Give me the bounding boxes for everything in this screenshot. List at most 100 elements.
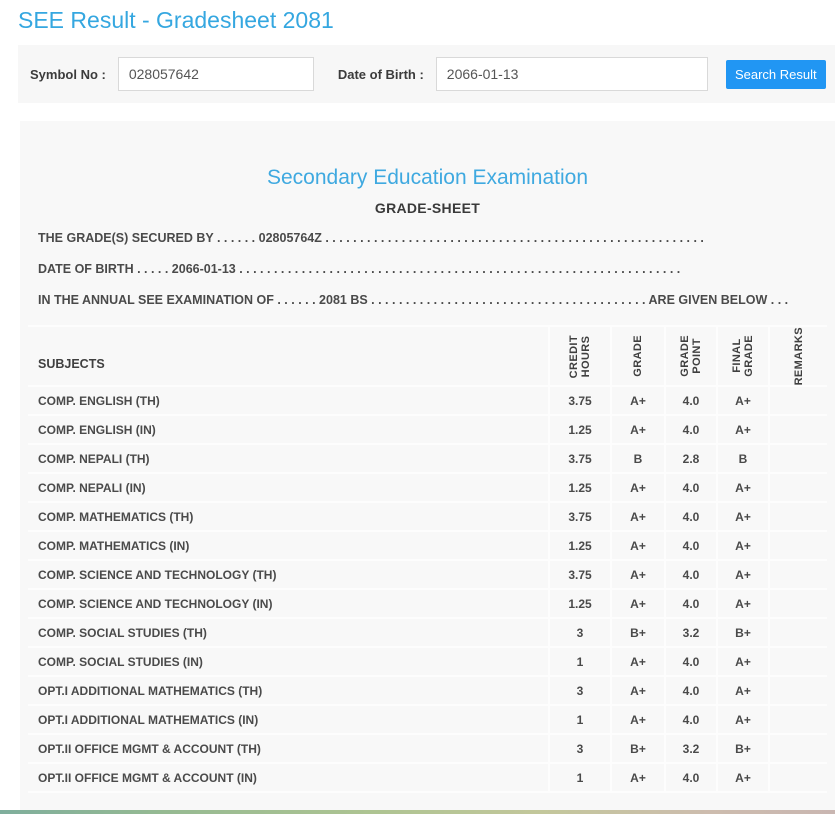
date-of-birth-label: Date of Birth :: [337, 66, 424, 82]
table-row: COMP. SCIENCE AND TECHNOLOGY (TH) 3.75 A+ 4…: [28, 560, 827, 590]
grades-secured-by-line: THE GRADE(S) SECURED BY . . . . . . 0280…: [38, 231, 704, 245]
subject-cell: COMP. ENGLISH (IN): [38, 422, 156, 437]
final-grade-header: FINAL GRADE: [716, 326, 769, 387]
table-row: COMP. NEPALI (IN) 1.25 A+ 4.0 A+: [28, 473, 827, 503]
remarks-cell: [768, 560, 827, 590]
grade-cell: A+: [610, 647, 665, 677]
subject-cell: COMP. NEPALI (IN): [38, 480, 146, 495]
search-bar: Symbol No : Date of Birth : Search Resul…: [18, 45, 835, 103]
remarks-cell: [768, 473, 827, 503]
grade-cell: B+: [610, 618, 665, 648]
symbol-no-input[interactable]: [117, 57, 314, 91]
final-grade-header-label: FINAL GRADE: [731, 335, 755, 378]
grade-point-cell: 4.0: [664, 531, 717, 561]
grade-point-cell: 4.0: [664, 705, 717, 735]
credit-hours-cell: 1: [548, 705, 611, 735]
remarks-cell: [768, 589, 827, 619]
grade-sheet-subtitle: GRADE-SHEET: [374, 200, 481, 216]
remarks-cell: [768, 415, 827, 445]
table-row: COMP. MATHEMATICS (TH) 3.75 A+ 4.0 A+: [28, 502, 827, 532]
grade-cell: A+: [610, 386, 665, 416]
grade-point-header-label: GRADE POINT: [679, 335, 703, 378]
date-of-birth-line: DATE OF BIRTH . . . . . 2066-01-13 . . .…: [38, 262, 681, 276]
subject-cell: COMP. MATHEMATICS (IN): [38, 538, 190, 553]
remarks-header-label: REMARKS: [792, 327, 805, 386]
subject-cell: OPT.I ADDITIONAL MATHEMATICS (IN): [38, 712, 259, 727]
final-grade-cell: A+: [716, 589, 769, 619]
grade-point-cell: 4.0: [664, 473, 717, 503]
remarks-cell: [768, 618, 827, 648]
remarks-cell: [768, 676, 827, 706]
table-header-row: SUBJECTS CREDIT HOURS GRADE GRADE POINT FIN…: [28, 326, 827, 387]
grade-point-header: GRADE POINT: [664, 326, 717, 387]
remarks-cell: [768, 647, 827, 677]
final-grade-cell: A+: [716, 560, 769, 590]
credit-hours-cell: 1.25: [548, 531, 611, 561]
credit-hours-cell: 3.75: [548, 560, 611, 590]
grade-point-cell: 4.0: [664, 502, 717, 532]
table-row: COMP. SOCIAL STUDIES (IN) 1 A+ 4.0 A+: [28, 647, 827, 677]
table-row: COMP. MATHEMATICS (IN) 1.25 A+ 4.0 A+: [28, 531, 827, 561]
grade-point-cell: 4.0: [664, 589, 717, 619]
credit-hours-cell: 3: [548, 676, 611, 706]
grade-point-cell: 4.0: [664, 415, 717, 445]
grade-point-cell: 4.0: [664, 676, 717, 706]
remarks-cell: [768, 763, 827, 793]
grade-cell: A+: [610, 473, 665, 503]
remarks-cell: [768, 386, 827, 416]
subject-cell: OPT.II OFFICE MGMT & ACCOUNT (TH): [38, 741, 261, 756]
subject-cell: COMP. SCIENCE AND TECHNOLOGY (IN): [38, 596, 273, 611]
exam-title: Secondary Education Examination: [266, 166, 589, 189]
table-row: COMP. NEPALI (TH) 3.75 B 2.8 B: [28, 444, 827, 474]
final-grade-cell: A+: [716, 705, 769, 735]
symbol-no-label: Symbol No :: [30, 66, 106, 82]
credit-hours-cell: 3: [548, 734, 611, 764]
credit-hours-cell: 3.75: [548, 386, 611, 416]
table-row: OPT.II OFFICE MGMT & ACCOUNT (IN) 1 A+ 4.0 A…: [28, 763, 827, 793]
grade-cell: A+: [610, 502, 665, 532]
credit-hours-cell: 3.75: [548, 444, 611, 474]
subjects-header: SUBJECTS: [38, 357, 105, 372]
final-grade-cell: A+: [716, 676, 769, 706]
table-row: COMP. ENGLISH (TH) 3.75 A+ 4.0 A+: [28, 386, 827, 416]
credit-hours-cell: 3.75: [548, 502, 611, 532]
credit-hours-header-label: CREDIT HOURS: [568, 334, 592, 378]
grade-point-cell: 4.0: [664, 763, 717, 793]
final-grade-cell: B+: [716, 618, 769, 648]
credit-hours-cell: 1.25: [548, 473, 611, 503]
final-grade-cell: A+: [716, 531, 769, 561]
page-title: SEE Result - Gradesheet 2081: [18, 7, 334, 33]
info-lines: THE GRADE(S) SECURED BY . . . . . . 0280…: [28, 229, 827, 309]
credit-hours-cell: 1.25: [548, 589, 611, 619]
remarks-header: REMARKS: [768, 326, 827, 387]
subject-cell: COMP. SOCIAL STUDIES (TH): [38, 625, 207, 640]
grade-cell: A+: [610, 589, 665, 619]
table-row: COMP. SCIENCE AND TECHNOLOGY (IN) 1.25 A+ 4…: [28, 589, 827, 619]
date-of-birth-input[interactable]: [435, 57, 708, 91]
search-result-button[interactable]: Search Result: [725, 59, 826, 89]
subject-cell: OPT.II OFFICE MGMT & ACCOUNT (IN): [38, 770, 257, 785]
subject-cell: COMP. MATHEMATICS (TH): [38, 509, 194, 524]
remarks-cell: [768, 734, 827, 764]
table-row: COMP. ENGLISH (IN) 1.25 A+ 4.0 A+: [28, 415, 827, 445]
grade-cell: A+: [610, 763, 665, 793]
remarks-cell: [768, 705, 827, 735]
subject-cell: COMP. ENGLISH (TH): [38, 393, 160, 408]
grade-point-cell: 3.2: [664, 734, 717, 764]
remarks-cell: [768, 531, 827, 561]
grade-point-cell: 3.2: [664, 618, 717, 648]
credit-hours-cell: 1.25: [548, 415, 611, 445]
grade-point-cell: 4.0: [664, 560, 717, 590]
final-grade-cell: A+: [716, 502, 769, 532]
table-row: COMP. SOCIAL STUDIES (TH) 3 B+ 3.2 B+: [28, 618, 827, 648]
subject-cell: COMP. NEPALI (TH): [38, 451, 150, 466]
final-grade-cell: A+: [716, 763, 769, 793]
credit-hours-header: CREDIT HOURS: [548, 326, 611, 387]
grade-cell: A+: [610, 415, 665, 445]
subject-cell: COMP. SOCIAL STUDIES (IN): [38, 654, 203, 669]
subject-cell: COMP. SCIENCE AND TECHNOLOGY (TH): [38, 567, 277, 582]
table-row: OPT.II OFFICE MGMT & ACCOUNT (TH) 3 B+ 3.2 B…: [28, 734, 827, 764]
grade-cell: A+: [610, 676, 665, 706]
bottom-gradient-strip: [0, 810, 835, 814]
grade-point-cell: 4.0: [664, 647, 717, 677]
